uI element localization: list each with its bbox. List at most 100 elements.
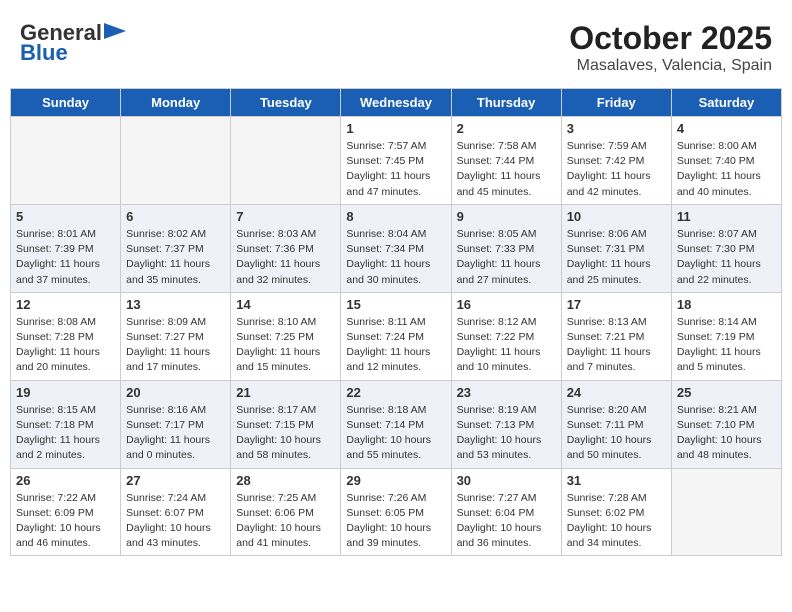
- day-info: Sunrise: 8:12 AM Sunset: 7:22 PM Dayligh…: [457, 315, 556, 376]
- day-number: 18: [677, 297, 776, 312]
- calendar-day-cell: 6Sunrise: 8:02 AM Sunset: 7:37 PM Daylig…: [121, 204, 231, 292]
- day-number: 25: [677, 385, 776, 400]
- calendar-day-cell: 29 Sunrise: 7:26 AM Sunset: 6:05 PM Dayli…: [341, 468, 451, 556]
- calendar-day-cell: 7 Sunrise: 8:03 AM Sunset: 7:36 PM Daylig…: [231, 204, 341, 292]
- day-info: Sunrise: 7:28 AM Sunset: 6:02 PM Dayligh…: [567, 491, 666, 552]
- day-info: Sunrise: 8:02 AM Sunset: 7:37 PM Dayligh…: [126, 227, 225, 288]
- day-info: Sunrise: 7:58 AM Sunset: 7:44 PM Dayligh…: [457, 139, 556, 200]
- day-info: Sunrise: 8:05 AM Sunset: 7:33 PM Dayligh…: [457, 227, 556, 288]
- calendar-day-cell: 5 Sunrise: 8:01 AM Sunset: 7:39 PM Daylig…: [11, 204, 121, 292]
- weekday-header: Wednesday: [341, 89, 451, 117]
- day-info: Sunrise: 8:00 AM Sunset: 7:40 PM Dayligh…: [677, 139, 776, 200]
- month-title: October 2025: [569, 20, 772, 57]
- calendar-day-cell: 25 Sunrise: 8:21 AM Sunset: 7:10 PM Dayli…: [671, 380, 781, 468]
- calendar-day-cell: 31Sunrise: 7:28 AM Sunset: 6:02 PM Dayli…: [561, 468, 671, 556]
- day-info: Sunrise: 8:07 AM Sunset: 7:30 PM Dayligh…: [677, 227, 776, 288]
- calendar-day-cell: 11 Sunrise: 8:07 AM Sunset: 7:30 PM Dayli…: [671, 204, 781, 292]
- day-info: Sunrise: 7:26 AM Sunset: 6:05 PM Dayligh…: [346, 491, 445, 552]
- weekday-header: Sunday: [11, 89, 121, 117]
- day-info: Sunrise: 8:01 AM Sunset: 7:39 PM Dayligh…: [16, 227, 115, 288]
- calendar-day-cell: 26 Sunrise: 7:22 AM Sunset: 6:09 PM Dayli…: [11, 468, 121, 556]
- day-info: Sunrise: 7:59 AM Sunset: 7:42 PM Dayligh…: [567, 139, 666, 200]
- day-number: 11: [677, 209, 776, 224]
- day-number: 29: [346, 473, 445, 488]
- calendar-day-cell: 4 Sunrise: 8:00 AM Sunset: 7:40 PM Daylig…: [671, 117, 781, 205]
- calendar-day-cell: 24 Sunrise: 8:20 AM Sunset: 7:11 PM Dayli…: [561, 380, 671, 468]
- day-info: Sunrise: 8:06 AM Sunset: 7:31 PM Dayligh…: [567, 227, 666, 288]
- day-info: Sunrise: 8:08 AM Sunset: 7:28 PM Dayligh…: [16, 315, 115, 376]
- calendar-day-cell: 14 Sunrise: 8:10 AM Sunset: 7:25 PM Dayli…: [231, 292, 341, 380]
- day-info: Sunrise: 8:10 AM Sunset: 7:25 PM Dayligh…: [236, 315, 335, 376]
- weekday-header: Saturday: [671, 89, 781, 117]
- day-number: 7: [236, 209, 335, 224]
- day-info: Sunrise: 7:24 AM Sunset: 6:07 PM Dayligh…: [126, 491, 225, 552]
- calendar-day-cell: 22 Sunrise: 8:18 AM Sunset: 7:14 PM Dayli…: [341, 380, 451, 468]
- location-subtitle: Masalaves, Valencia, Spain: [569, 57, 772, 75]
- calendar-day-cell: 16 Sunrise: 8:12 AM Sunset: 7:22 PM Dayli…: [451, 292, 561, 380]
- weekday-header-row: SundayMondayTuesdayWednesdayThursdayFrid…: [11, 89, 782, 117]
- calendar-week-row: 1Sunrise: 7:57 AM Sunset: 7:45 PM Daylig…: [11, 117, 782, 205]
- calendar-day-cell: 20 Sunrise: 8:16 AM Sunset: 7:17 PM Dayli…: [121, 380, 231, 468]
- day-info: Sunrise: 8:11 AM Sunset: 7:24 PM Dayligh…: [346, 315, 445, 376]
- day-info: Sunrise: 8:03 AM Sunset: 7:36 PM Dayligh…: [236, 227, 335, 288]
- calendar-day-cell: 21Sunrise: 8:17 AM Sunset: 7:15 PM Dayli…: [231, 380, 341, 468]
- calendar-day-cell: 9 Sunrise: 8:05 AM Sunset: 7:33 PM Daylig…: [451, 204, 561, 292]
- weekday-header: Tuesday: [231, 89, 341, 117]
- day-number: 17: [567, 297, 666, 312]
- day-number: 3: [567, 121, 666, 136]
- calendar-day-cell: 17Sunrise: 8:13 AM Sunset: 7:21 PM Dayli…: [561, 292, 671, 380]
- day-number: 26: [16, 473, 115, 488]
- day-number: 27: [126, 473, 225, 488]
- calendar-day-cell: 30 Sunrise: 7:27 AM Sunset: 6:04 PM Dayli…: [451, 468, 561, 556]
- calendar-day-cell: 10 Sunrise: 8:06 AM Sunset: 7:31 PM Dayli…: [561, 204, 671, 292]
- weekday-header: Thursday: [451, 89, 561, 117]
- calendar-day-cell: [11, 117, 121, 205]
- day-info: Sunrise: 8:21 AM Sunset: 7:10 PM Dayligh…: [677, 403, 776, 464]
- calendar-day-cell: 15Sunrise: 8:11 AM Sunset: 7:24 PM Dayli…: [341, 292, 451, 380]
- day-number: 4: [677, 121, 776, 136]
- calendar-week-row: 12Sunrise: 8:08 AM Sunset: 7:28 PM Dayli…: [11, 292, 782, 380]
- day-info: Sunrise: 8:20 AM Sunset: 7:11 PM Dayligh…: [567, 403, 666, 464]
- calendar-week-row: 19 Sunrise: 8:15 AM Sunset: 7:18 PM Dayli…: [11, 380, 782, 468]
- day-info: Sunrise: 7:22 AM Sunset: 6:09 PM Dayligh…: [16, 491, 115, 552]
- day-number: 19: [16, 385, 115, 400]
- weekday-header: Monday: [121, 89, 231, 117]
- calendar-day-cell: [231, 117, 341, 205]
- day-number: 14: [236, 297, 335, 312]
- day-info: Sunrise: 8:15 AM Sunset: 7:18 PM Dayligh…: [16, 403, 115, 464]
- day-number: 10: [567, 209, 666, 224]
- day-number: 9: [457, 209, 556, 224]
- day-number: 30: [457, 473, 556, 488]
- day-number: 23: [457, 385, 556, 400]
- day-number: 20: [126, 385, 225, 400]
- calendar-day-cell: 1Sunrise: 7:57 AM Sunset: 7:45 PM Daylig…: [341, 117, 451, 205]
- day-number: 22: [346, 385, 445, 400]
- day-number: 8: [346, 209, 445, 224]
- day-number: 24: [567, 385, 666, 400]
- calendar-day-cell: 23Sunrise: 8:19 AM Sunset: 7:13 PM Dayli…: [451, 380, 561, 468]
- day-number: 2: [457, 121, 556, 136]
- day-info: Sunrise: 8:04 AM Sunset: 7:34 PM Dayligh…: [346, 227, 445, 288]
- day-number: 13: [126, 297, 225, 312]
- calendar-day-cell: 28Sunrise: 7:25 AM Sunset: 6:06 PM Dayli…: [231, 468, 341, 556]
- logo: General Blue: [20, 20, 126, 66]
- calendar-day-cell: 8 Sunrise: 8:04 AM Sunset: 7:34 PM Daylig…: [341, 204, 451, 292]
- day-number: 1: [346, 121, 445, 136]
- day-number: 28: [236, 473, 335, 488]
- page-header: General Blue October 2025 Masalaves, Val…: [10, 10, 782, 80]
- logo-blue: Blue: [20, 40, 68, 66]
- calendar-week-row: 5 Sunrise: 8:01 AM Sunset: 7:39 PM Daylig…: [11, 204, 782, 292]
- logo-flag-icon: [104, 23, 126, 39]
- calendar-day-cell: [671, 468, 781, 556]
- calendar-table: SundayMondayTuesdayWednesdayThursdayFrid…: [10, 88, 782, 556]
- day-info: Sunrise: 7:27 AM Sunset: 6:04 PM Dayligh…: [457, 491, 556, 552]
- day-number: 5: [16, 209, 115, 224]
- weekday-header: Friday: [561, 89, 671, 117]
- calendar-day-cell: 3 Sunrise: 7:59 AM Sunset: 7:42 PM Daylig…: [561, 117, 671, 205]
- day-number: 16: [457, 297, 556, 312]
- calendar-day-cell: 13Sunrise: 8:09 AM Sunset: 7:27 PM Dayli…: [121, 292, 231, 380]
- calendar-day-cell: [121, 117, 231, 205]
- day-info: Sunrise: 8:16 AM Sunset: 7:17 PM Dayligh…: [126, 403, 225, 464]
- day-info: Sunrise: 8:18 AM Sunset: 7:14 PM Dayligh…: [346, 403, 445, 464]
- day-info: Sunrise: 8:14 AM Sunset: 7:19 PM Dayligh…: [677, 315, 776, 376]
